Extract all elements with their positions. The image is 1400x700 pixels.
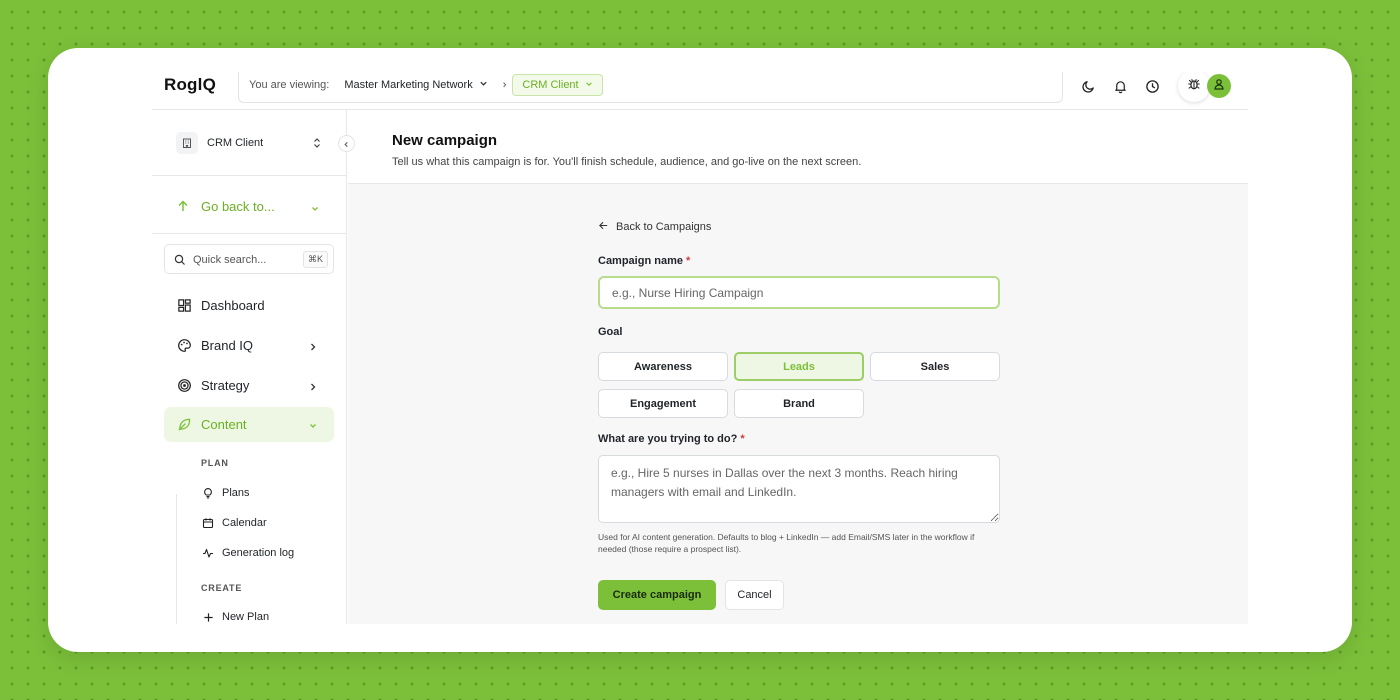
sidebar-item-label: Content bbox=[201, 417, 247, 432]
cancel-button[interactable]: Cancel bbox=[725, 580, 784, 610]
sidebar-item-label: Plans bbox=[222, 487, 250, 499]
page-header: New campaign Tell us what this campaign … bbox=[348, 110, 1248, 184]
sidebar-item-label: Calendar bbox=[222, 517, 267, 529]
lightbulb-icon bbox=[201, 486, 215, 500]
back-link-label: Back to Campaigns bbox=[616, 221, 712, 233]
sidebar-item-brand-iq[interactable]: Brand IQ bbox=[164, 328, 334, 363]
sidebar-item-dashboard[interactable]: Dashboard bbox=[164, 288, 334, 323]
app-window: RoglQ You are viewing: Master Marketing … bbox=[48, 48, 1352, 652]
sidebar-item-plans[interactable]: Plans bbox=[201, 483, 250, 503]
activity-icon bbox=[201, 546, 215, 560]
search-shortcut: ⌘K bbox=[303, 251, 329, 268]
campaign-name-label: Campaign name * bbox=[598, 255, 690, 267]
moon-icon[interactable] bbox=[1078, 76, 1098, 96]
campaign-name-label-text: Campaign name bbox=[598, 255, 683, 267]
go-back-menu[interactable]: Go back to... bbox=[152, 176, 347, 234]
goal-option-awareness[interactable]: Awareness bbox=[598, 352, 728, 381]
sidebar: CRM Client Go back to... Quick search...… bbox=[152, 110, 355, 624]
chevron-down-icon bbox=[310, 201, 320, 219]
chevron-right-icon bbox=[308, 339, 318, 357]
sidebar-item-label: Generation log bbox=[222, 547, 295, 559]
sidebar-item-content[interactable]: Content bbox=[164, 407, 334, 442]
network-name: Master Marketing Network bbox=[344, 79, 473, 91]
goal-option-engagement[interactable]: Engagement bbox=[598, 389, 728, 418]
sidebar-item-label: Strategy bbox=[201, 378, 250, 393]
go-back-label: Go back to... bbox=[201, 199, 275, 214]
client-selector[interactable]: CRM Client bbox=[512, 74, 603, 96]
sidebar-item-label: Dashboard bbox=[201, 298, 265, 313]
user-icon bbox=[1213, 77, 1225, 95]
chevron-left-icon bbox=[343, 135, 350, 153]
subnav-divider bbox=[176, 494, 177, 624]
arrow-up-icon bbox=[176, 199, 190, 218]
bell-icon[interactable] bbox=[1110, 76, 1130, 96]
leaf-icon bbox=[176, 416, 192, 432]
target-icon bbox=[176, 377, 192, 393]
network-selector[interactable]: Master Marketing Network bbox=[344, 79, 487, 91]
back-to-campaigns-link[interactable]: Back to Campaigns bbox=[598, 220, 711, 234]
page-title: New campaign bbox=[392, 132, 498, 149]
objective-textarea[interactable] bbox=[598, 455, 1000, 523]
arrow-left-icon bbox=[598, 220, 609, 234]
chevron-down-icon bbox=[585, 79, 593, 91]
chevron-right-icon bbox=[308, 379, 318, 397]
search-icon bbox=[174, 253, 186, 271]
goal-option-leads[interactable]: Leads bbox=[734, 352, 864, 381]
sidebar-item-strategy[interactable]: Strategy bbox=[164, 368, 334, 403]
avatar[interactable] bbox=[1207, 74, 1231, 98]
building-icon bbox=[176, 132, 198, 154]
sidebar-item-generation-log[interactable]: Generation log bbox=[201, 543, 294, 563]
goal-option-brand[interactable]: Brand bbox=[734, 389, 864, 418]
goal-label: Goal bbox=[598, 326, 623, 338]
create-campaign-button[interactable]: Create campaign bbox=[598, 580, 716, 610]
section-label-plan: PLAN bbox=[201, 458, 229, 468]
required-mark: * bbox=[740, 433, 745, 445]
goal-option-sales[interactable]: Sales bbox=[870, 352, 1000, 381]
app-frame: RoglQ You are viewing: Master Marketing … bbox=[152, 72, 1248, 624]
client-name: CRM Client bbox=[207, 137, 264, 149]
client-selector-label: CRM Client bbox=[522, 79, 579, 91]
sidebar-item-label: New Plan bbox=[222, 611, 270, 623]
chevron-down-icon bbox=[308, 418, 318, 436]
section-label-create: CREATE bbox=[201, 583, 243, 593]
sidebar-item-calendar[interactable]: Calendar bbox=[201, 513, 267, 533]
bug-icon bbox=[1187, 77, 1201, 96]
sidebar-item-new-plan[interactable]: New Plan bbox=[201, 607, 269, 624]
sidebar-item-label: Brand IQ bbox=[201, 338, 254, 353]
client-switcher[interactable]: CRM Client bbox=[152, 110, 347, 176]
viewing-label: You are viewing: bbox=[249, 79, 330, 91]
objective-label-text: What are you trying to do? bbox=[598, 433, 738, 445]
collapse-sidebar-button[interactable] bbox=[338, 135, 355, 152]
calendar-icon bbox=[201, 516, 215, 530]
objective-label: What are you trying to do? * bbox=[598, 433, 745, 445]
main-content: New campaign Tell us what this campaign … bbox=[348, 110, 1248, 624]
logo[interactable]: RoglQ bbox=[164, 75, 216, 95]
required-mark: * bbox=[686, 255, 691, 267]
dashboard-icon bbox=[176, 297, 192, 313]
breadcrumb-separator: › bbox=[502, 79, 507, 91]
chevron-down-icon bbox=[479, 79, 488, 91]
palette-icon bbox=[176, 337, 192, 353]
clock-icon[interactable] bbox=[1142, 76, 1162, 96]
plus-icon bbox=[201, 610, 215, 624]
context-bar: You are viewing: Master Marketing Networ… bbox=[238, 72, 1063, 103]
chevron-up-down-icon bbox=[312, 136, 322, 154]
bug-report-button[interactable] bbox=[1178, 72, 1210, 102]
quick-search[interactable]: Quick search... ⌘K bbox=[164, 244, 334, 274]
campaign-name-input[interactable] bbox=[598, 276, 1000, 309]
top-bar: RoglQ You are viewing: Master Marketing … bbox=[152, 72, 1248, 110]
search-placeholder: Quick search... bbox=[193, 254, 267, 266]
helper-text: Used for AI content generation. Defaults… bbox=[598, 532, 975, 554]
page-subtitle: Tell us what this campaign is for. You'l… bbox=[392, 156, 862, 168]
